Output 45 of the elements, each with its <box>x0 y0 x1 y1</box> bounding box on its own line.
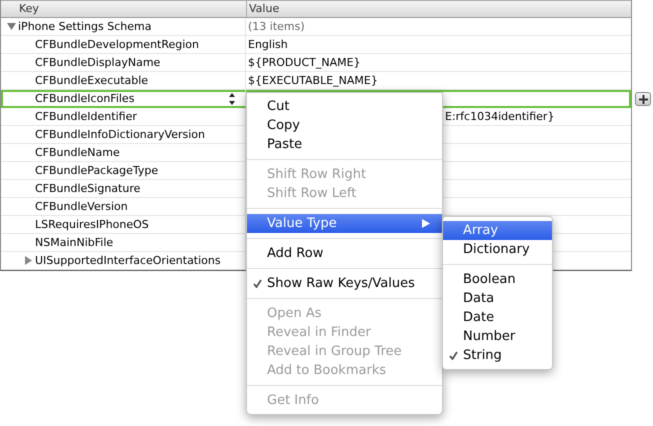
key-text: CFBundleDisplayName <box>35 56 160 69</box>
menu-item[interactable]: Number <box>443 327 552 346</box>
key-text: CFBundleIconFiles <box>35 92 134 105</box>
key-text: CFBundlePackageType <box>35 164 158 177</box>
key-text: LSRequiresIPhoneOS <box>35 218 149 231</box>
key-text: CFBundleVersion <box>35 200 128 213</box>
menu-item[interactable]: Show Raw Keys/Values <box>247 274 442 293</box>
plus-icon <box>638 94 648 104</box>
submenu-arrow-icon <box>422 219 430 228</box>
menu-item[interactable]: Value Type <box>247 214 442 233</box>
menu-item[interactable]: Data <box>443 289 552 308</box>
menu-item[interactable]: Boolean <box>443 270 552 289</box>
key-text: CFBundleExecutable <box>35 74 148 87</box>
menu-item[interactable]: Cut <box>247 97 442 116</box>
menu-item[interactable]: String <box>443 346 552 365</box>
key-text: CFBundleIdentifier <box>35 110 137 123</box>
menu-item[interactable]: Dictionary <box>443 240 552 259</box>
column-header[interactable]: Value <box>246 1 631 17</box>
table-row[interactable]: CFBundleExecutable ${EXECUTABLE_NAME} <box>1 72 631 90</box>
key-text: iPhone Settings Schema <box>18 20 152 33</box>
table-row[interactable]: CFBundleDevelopmentRegion English <box>1 36 631 54</box>
key-text: NSMainNibFile <box>35 236 114 249</box>
key-text: CFBundleInfoDictionaryVersion <box>35 128 205 141</box>
key-text: CFBundleDevelopmentRegion <box>35 38 200 51</box>
value-text: ${EXECUTABLE_NAME} <box>248 74 378 87</box>
value-text: E:rfc1034identifier} <box>445 110 554 123</box>
disclosure-triangle-icon[interactable] <box>24 256 33 265</box>
stepper-icon[interactable] <box>229 93 235 105</box>
key-text: CFBundleName <box>35 146 120 159</box>
menu-item[interactable]: Array <box>443 221 552 240</box>
check-icon <box>253 279 262 288</box>
value-text: (13 items) <box>248 20 305 33</box>
table-row[interactable]: CFBundleDisplayName ${PRODUCT_NAME} <box>1 54 631 72</box>
table-row[interactable]: iPhone Settings Schema (13 items) <box>1 18 631 36</box>
menu-item[interactable]: Add Row <box>247 244 442 263</box>
value-text: English <box>248 38 288 51</box>
disclosure-triangle-icon[interactable] <box>7 22 16 31</box>
column-header[interactable]: Key <box>1 1 246 17</box>
key-text: CFBundleSignature <box>35 182 140 195</box>
menu-item[interactable]: Date <box>443 308 552 327</box>
add-row-button[interactable] <box>635 92 651 106</box>
menu-item[interactable]: Copy <box>247 116 442 135</box>
key-text: UISupportedInterfaceOrientations <box>35 254 221 267</box>
value-text: ${PRODUCT_NAME} <box>248 56 361 69</box>
check-icon <box>449 351 458 360</box>
